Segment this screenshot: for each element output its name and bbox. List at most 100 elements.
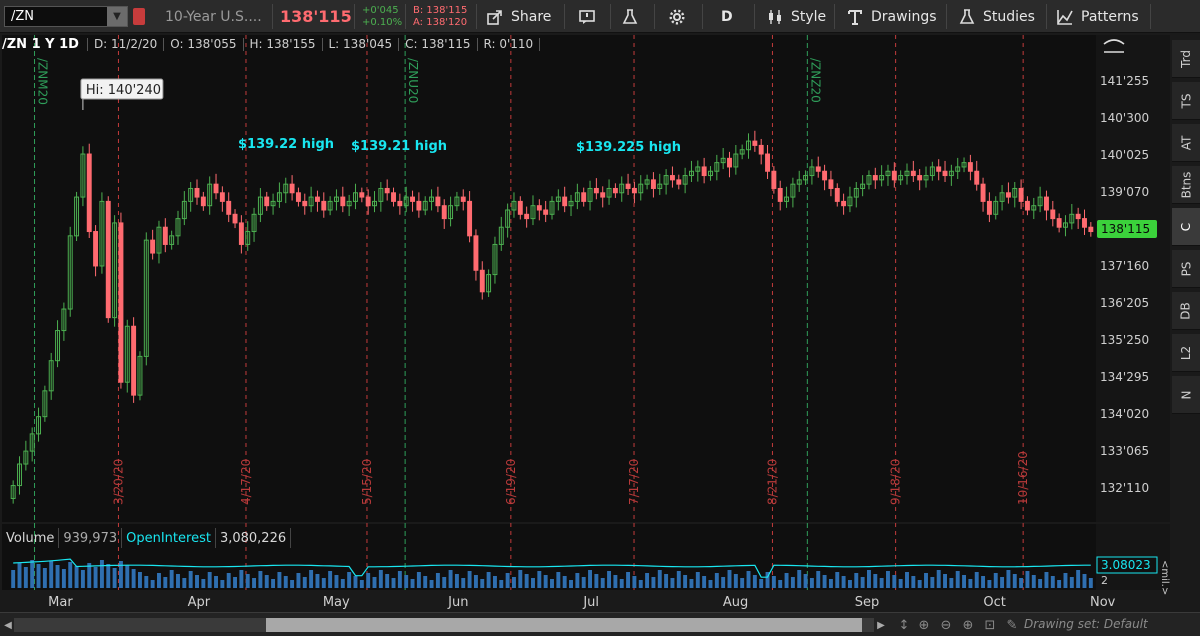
volume-bar <box>93 567 98 588</box>
side-tab-at[interactable]: AT <box>1172 124 1200 162</box>
volume-bar <box>562 576 567 588</box>
candle-body <box>872 175 878 181</box>
scroll-thumb[interactable] <box>266 618 862 632</box>
volume-bar <box>771 576 776 588</box>
candle-body <box>593 187 599 194</box>
candle-body <box>727 157 732 168</box>
date-marker-label: 7/17/20 <box>627 459 641 505</box>
date-marker-label: 10/16/20 <box>1016 451 1030 505</box>
volume-bar <box>733 574 738 588</box>
crosshair-icon[interactable]: ⊕ <box>916 617 932 633</box>
volume-bar <box>607 571 612 588</box>
volume-bar <box>157 573 161 588</box>
price-high-annotation: $139.21 high <box>351 139 447 154</box>
month-label: Sep <box>855 595 880 610</box>
side-tab-ts[interactable]: TS <box>1172 82 1200 120</box>
volume-bar <box>283 576 288 588</box>
candle-body <box>86 153 92 233</box>
volume-bar <box>353 576 358 588</box>
candle-body <box>986 200 992 215</box>
date-marker-label: 9/18/20 <box>889 459 903 505</box>
volume-bar <box>347 572 352 588</box>
candle-body <box>758 144 764 155</box>
volume-bar <box>588 570 593 588</box>
price-tick-label: 133'065 <box>1100 444 1149 458</box>
zoom-out-icon[interactable]: ⊖ <box>938 617 954 633</box>
side-tab-n[interactable]: N <box>1172 376 1200 414</box>
volume-bar <box>854 573 859 588</box>
volume-bar <box>689 579 694 588</box>
drawing-icon[interactable]: ✎ <box>1004 617 1020 633</box>
side-tab-btns[interactable]: Btns <box>1172 166 1200 204</box>
volume-bar <box>594 574 599 588</box>
candle-body <box>581 192 587 202</box>
volume-bar <box>505 573 510 588</box>
candle-body <box>391 192 396 202</box>
volume-bar <box>670 578 675 588</box>
volume-bar <box>613 575 618 588</box>
side-tab-c[interactable]: C <box>1172 208 1200 246</box>
volume-bar <box>423 576 428 588</box>
candle-body <box>232 213 238 224</box>
volume-bar <box>1012 574 1017 588</box>
volume-bar <box>23 567 28 588</box>
volume-bar <box>328 571 333 588</box>
volume-bar <box>11 570 16 588</box>
candle-body <box>435 196 441 207</box>
open-interest-tag-label: 3.08023 <box>1101 558 1151 572</box>
volume-bar <box>74 566 79 588</box>
candle-body <box>264 196 270 207</box>
candle-body <box>359 192 365 198</box>
candle-body <box>936 166 942 172</box>
volume-bar <box>125 565 130 588</box>
volume-bar <box>36 564 41 588</box>
volume-bar <box>886 571 890 588</box>
candle-body <box>200 196 206 207</box>
scroll-right-icon[interactable]: ▶ <box>876 618 886 632</box>
volume-bar <box>531 578 535 588</box>
volume-bar <box>435 573 440 588</box>
zoom-box-icon[interactable]: ⊡ <box>982 617 998 633</box>
volume-bar <box>112 568 117 588</box>
volume-bar <box>752 575 757 588</box>
date-marker-label: 3/20/20 <box>111 459 125 505</box>
zoom-in-icon[interactable]: ⊕ <box>960 617 976 633</box>
volume-bar <box>258 571 263 588</box>
volume-bar <box>296 573 301 588</box>
volume-bar <box>233 577 238 588</box>
price-high-annotation: $139.22 high <box>238 137 334 152</box>
volume-bar <box>144 576 149 588</box>
volume-bar <box>797 570 802 588</box>
volume-bar <box>974 572 979 588</box>
volume-bar <box>404 575 409 588</box>
header-open: O: 138'055 <box>170 37 237 51</box>
price-tick-label: 139'070 <box>1100 185 1149 199</box>
header-date: D: 11/2/20 <box>93 37 158 51</box>
pan-icon[interactable]: ↕ <box>896 617 912 633</box>
side-tab-db[interactable]: DB <box>1172 292 1200 330</box>
volume-axis-unit: <mil.> <box>1159 560 1170 595</box>
side-tab-l2[interactable]: L2 <box>1172 334 1200 372</box>
time-scrollbar[interactable] <box>14 618 874 632</box>
volume-bar <box>575 573 580 588</box>
price-tick-label: 132'110 <box>1100 481 1149 495</box>
volume-bar <box>968 579 973 588</box>
chart-canvas[interactable]: 3/20/20 4/17/20 5/15/20 6/19/20 7/17/20 8/21/… <box>0 0 1170 612</box>
volume-bar <box>873 574 878 588</box>
side-tab-trd[interactable]: Trd <box>1172 40 1200 78</box>
candle-body <box>226 200 232 215</box>
month-label: Apr <box>188 595 211 610</box>
volume-bar <box>866 570 871 588</box>
side-tab-ps[interactable]: PS <box>1172 250 1200 288</box>
side-tab-label: L2 <box>1178 345 1193 360</box>
candle-body <box>765 153 770 172</box>
volume-bar <box>638 580 643 588</box>
price-tick-label: 134'020 <box>1100 407 1149 421</box>
volume-bar <box>714 573 719 588</box>
drawing-set-label[interactable]: Drawing set: Default <box>1024 617 1148 631</box>
candle-body <box>834 187 840 202</box>
chart-symbol: /ZN 1 Y 1D <box>2 36 79 52</box>
scroll-left-icon[interactable]: ◀ <box>3 618 13 632</box>
candle-body <box>321 200 327 211</box>
price-tick-label: 140'025 <box>1100 148 1149 162</box>
